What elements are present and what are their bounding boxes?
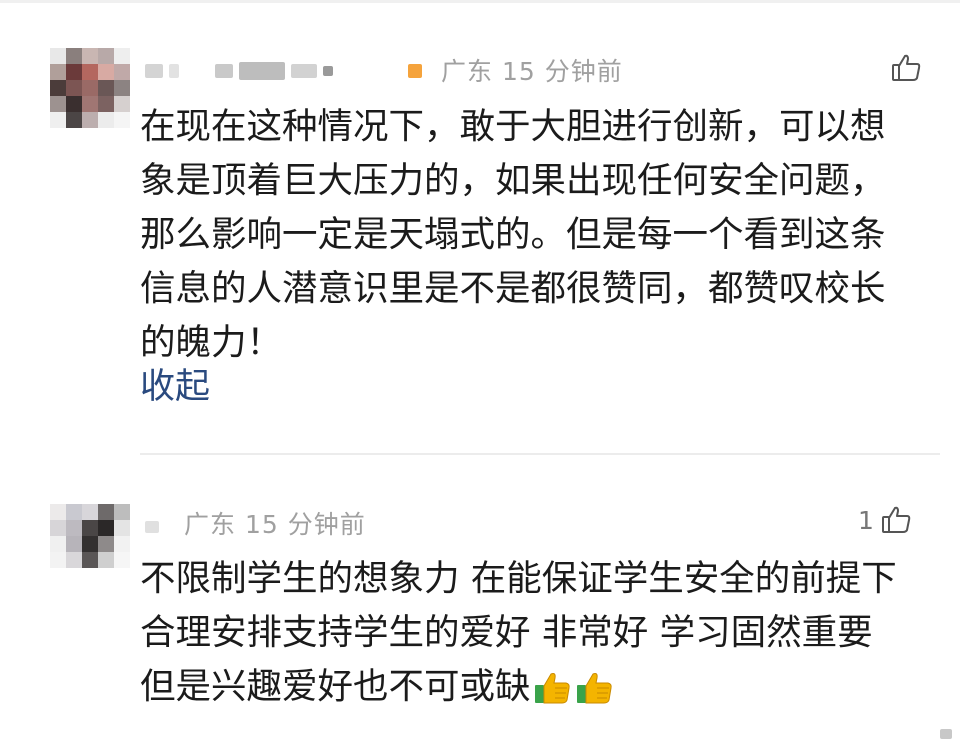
comment-item: 广东 15 分钟前 在现在这种情况下，敢于大胆进行创新，可以想 象是顶着巨大压力… (0, 0, 960, 455)
scroll-indicator (940, 729, 952, 739)
comment-line: 不限制学生的想象力 在能保证学生安全的前提下 (140, 558, 897, 599)
comment-meta: 广东 15 分钟前 (441, 52, 623, 88)
location-label: 广东 (441, 57, 494, 86)
like-button[interactable] (884, 52, 922, 84)
thumbs-up-icon (576, 673, 612, 704)
avatar[interactable] (50, 48, 130, 128)
comment-line: 但是兴趣爱好也不可或缺 (140, 666, 531, 707)
comment-line: 合理安排支持学生的爱好 非常好 学习固然重要 (140, 612, 873, 653)
comment-line: 那么影响一定是天塌式的。但是每一个看到这条 (140, 214, 886, 255)
comment-body: 在现在这种情况下，敢于大胆进行创新，可以想 象是顶着巨大压力的，如果出现任何安全… (140, 100, 930, 370)
level-badge-icon (408, 64, 422, 78)
collapse-link[interactable]: 收起 (140, 358, 210, 409)
timestamp-label: 15 分钟前 (244, 510, 366, 539)
comment-line: 象是顶着巨大压力的，如果出现任何安全问题， (140, 160, 886, 201)
comment-line: 信息的人潜意识里是不是都很赞同，都赞叹校长 (140, 268, 886, 309)
comment-line: 的魄力！ (140, 322, 283, 363)
thumbs-up-icon (881, 506, 911, 533)
location-label: 广东 (184, 510, 237, 539)
thumbs-up-icon (534, 673, 570, 704)
comment-divider (140, 453, 940, 455)
comment-line-with-emoji: 但是兴趣爱好也不可或缺 (140, 660, 930, 714)
username-blurred[interactable] (145, 58, 333, 84)
thumbs-up-icon (892, 54, 921, 81)
avatar[interactable] (50, 504, 130, 568)
like-button[interactable]: 1 (858, 504, 912, 536)
comment-meta: 广东 15 分钟前 (184, 505, 366, 541)
comment-line: 在现在这种情况下，敢于大胆进行创新，可以想 (140, 106, 886, 147)
comment-body: 不限制学生的想象力 在能保证学生安全的前提下 合理安排支持学生的爱好 非常好 学… (140, 552, 930, 714)
username-blurred[interactable] (145, 514, 159, 540)
timestamp-label: 15 分钟前 (501, 57, 623, 86)
like-count: 1 (858, 505, 874, 535)
